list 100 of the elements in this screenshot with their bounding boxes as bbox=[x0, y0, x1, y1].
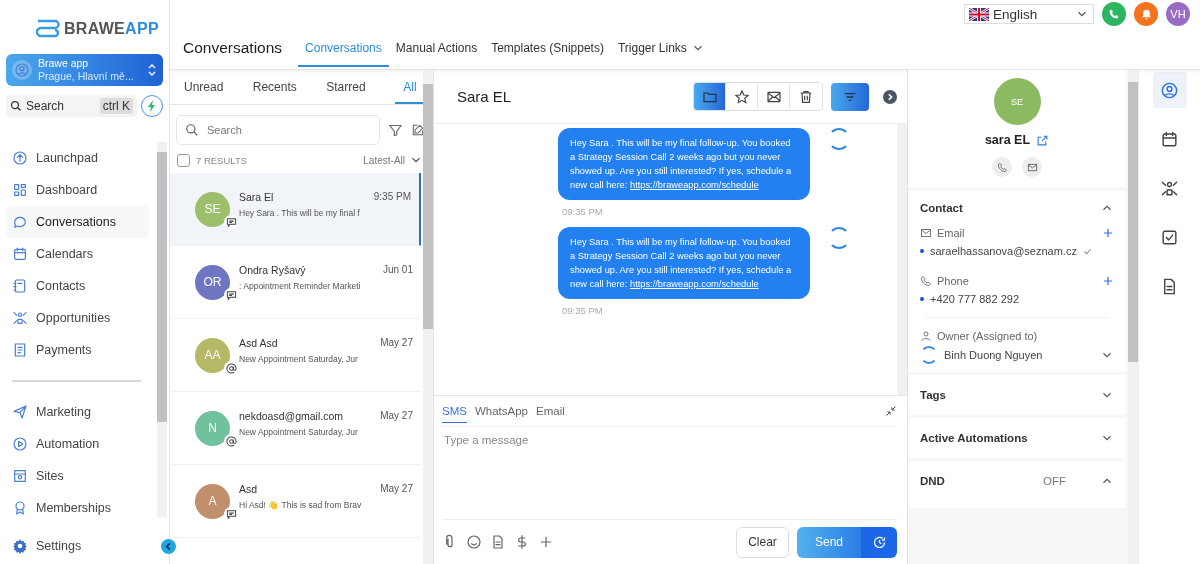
channel-tab[interactable]: Email bbox=[536, 399, 565, 423]
message-preview: Hey Sara . This will be my final f bbox=[239, 207, 361, 218]
section-title: Contact bbox=[920, 202, 963, 214]
select-all-checkbox[interactable] bbox=[177, 153, 190, 167]
external-link-icon[interactable] bbox=[1036, 133, 1050, 147]
mail-icon bbox=[920, 227, 932, 239]
message-preview: New Appointment Saturday, Jur bbox=[239, 353, 359, 364]
owner-select[interactable]: Binh Duong Nguyen bbox=[920, 346, 1114, 364]
notification-button[interactable] bbox=[1134, 2, 1158, 26]
scrollbar[interactable] bbox=[423, 70, 433, 564]
header-tab[interactable]: Manual Actions bbox=[388, 41, 485, 67]
message-time: 9:35 PM bbox=[373, 190, 411, 203]
conversation-item[interactable]: SE Sara El 9:35 PM Hey Sara . This will be my final f bbox=[170, 173, 421, 246]
gear-icon bbox=[12, 538, 28, 554]
filter-tab[interactable]: Starred bbox=[326, 70, 366, 104]
nav-item[interactable]: Launchpad bbox=[6, 142, 149, 174]
field-label: Email bbox=[937, 227, 965, 239]
nav-item[interactable]: Contacts bbox=[6, 270, 149, 302]
contact-avatar: N bbox=[195, 410, 230, 446]
schedule-button[interactable] bbox=[861, 526, 897, 558]
conversation-item[interactable]: AA Asd Asd May 27 New Appointment Saturday, Jur bbox=[170, 319, 421, 392]
settings-link[interactable]: Settings bbox=[12, 538, 82, 554]
person-icon bbox=[14, 62, 30, 78]
collapsible-section[interactable]: Active Automations bbox=[908, 418, 1126, 458]
language-select[interactable]: English bbox=[964, 4, 1094, 24]
compose-icon[interactable] bbox=[411, 123, 425, 137]
field-label: Owner (Assigned to) bbox=[937, 330, 1038, 342]
results-count: 7 RESULTS bbox=[196, 154, 248, 166]
contact-avatar: OR bbox=[195, 264, 230, 300]
nav-item[interactable]: Payments bbox=[6, 334, 149, 366]
email-button[interactable] bbox=[1022, 157, 1042, 177]
conversation-item[interactable]: N nekdoasd@gmail.com May 27 New Appointment Saturday, Jur bbox=[170, 392, 421, 465]
logo-icon bbox=[36, 18, 60, 40]
nav-item[interactable]: Automation bbox=[6, 428, 149, 460]
account-switcher[interactable]: Brawe app Prague, Hlavní mě... bbox=[6, 54, 163, 86]
contact-name: Ondra Ryšavý bbox=[239, 263, 306, 276]
plus-icon[interactable] bbox=[538, 534, 554, 550]
message-icon bbox=[224, 215, 238, 229]
sort-dropdown[interactable]: Latest-All bbox=[363, 153, 423, 167]
clock-icon bbox=[871, 534, 887, 550]
header-tab[interactable]: Trigger Links bbox=[610, 41, 712, 67]
scrollbar[interactable] bbox=[157, 142, 167, 517]
filter-button[interactable] bbox=[831, 82, 869, 111]
add-icon[interactable] bbox=[1102, 227, 1114, 239]
search-field[interactable]: Search ctrl K bbox=[6, 95, 137, 117]
conversation-item[interactable]: A Asd May 27 Hi Asd! 👋 This is sad from Brav bbox=[170, 465, 421, 538]
message-preview: New Appointment Saturday, Jur bbox=[239, 426, 359, 437]
folder-button[interactable] bbox=[694, 83, 726, 110]
collapsible-section[interactable]: Tags bbox=[908, 375, 1126, 415]
up-down-caret-icon bbox=[147, 63, 157, 77]
message-input[interactable]: Type a message bbox=[442, 427, 897, 520]
user-avatar[interactable]: VH bbox=[1166, 2, 1190, 26]
channel-tab[interactable]: WhatsApp bbox=[474, 399, 528, 423]
star-icon bbox=[733, 88, 750, 105]
nav-item[interactable]: Dashboard bbox=[6, 174, 149, 206]
phone-button[interactable] bbox=[1102, 2, 1126, 26]
message-link[interactable]: https://braweapp.com/schedule bbox=[629, 277, 759, 291]
header-tab[interactable]: Templates (Snippets) bbox=[484, 41, 611, 67]
filter-tab[interactable]: Unread bbox=[184, 70, 224, 104]
filter-tab[interactable]: Recents bbox=[252, 70, 297, 104]
phone-icon bbox=[920, 275, 932, 287]
account-location: Prague, Hlavní mě... bbox=[38, 70, 135, 83]
phone-icon bbox=[996, 161, 1008, 173]
collapse-icon[interactable] bbox=[885, 405, 897, 417]
message-time: Jun 01 bbox=[382, 263, 413, 276]
nav-item[interactable]: Marketing bbox=[6, 396, 149, 428]
message-time: May 27 bbox=[380, 336, 413, 349]
trash-icon bbox=[798, 88, 814, 105]
channel-tab[interactable]: SMS bbox=[442, 399, 467, 423]
collapse-button[interactable] bbox=[161, 539, 176, 554]
nav-item[interactable]: Conversations bbox=[6, 206, 149, 238]
contact-name: nekdoasd@gmail.com bbox=[239, 409, 344, 422]
search-icon bbox=[185, 123, 199, 137]
conversation-title: Sara EL bbox=[457, 88, 513, 105]
nav-item[interactable]: Opportunities bbox=[6, 302, 149, 334]
add-icon[interactable] bbox=[1102, 275, 1114, 287]
message-preview: : Appointment Reminder Marketi bbox=[239, 280, 362, 291]
expand-panel-button[interactable] bbox=[883, 89, 897, 104]
phone-number: +420 777 882 292 bbox=[930, 293, 1019, 305]
conversation-item[interactable]: OR Ondra Ryšavý Jun 01 : Appointment Reminder Marketi bbox=[170, 246, 421, 319]
envelope-icon bbox=[1026, 161, 1038, 173]
call-button[interactable] bbox=[992, 157, 1012, 177]
web-page-icon bbox=[12, 468, 28, 484]
conversation-search-field[interactable]: Search bbox=[176, 115, 380, 145]
clear-button[interactable]: Clear bbox=[736, 526, 789, 558]
header-tab[interactable]: Conversations bbox=[298, 41, 389, 67]
nav-item[interactable]: Memberships bbox=[6, 492, 149, 524]
network-icon bbox=[1160, 178, 1179, 198]
nav-item[interactable]: Sites bbox=[6, 460, 149, 492]
dnd-section[interactable]: DND OFF bbox=[908, 461, 1126, 508]
emoji-icon[interactable] bbox=[466, 534, 482, 550]
at-sign-icon bbox=[224, 434, 238, 448]
contact-name: sara EL bbox=[984, 133, 1031, 147]
nav-item[interactable]: Calendars bbox=[6, 238, 149, 270]
contact-name: Sara El bbox=[239, 190, 274, 203]
page-title: Conversations bbox=[183, 39, 283, 58]
scrollbar[interactable] bbox=[1128, 70, 1138, 564]
message-link[interactable]: https://braweapp.com/schedule bbox=[629, 178, 759, 192]
filter-icon[interactable] bbox=[388, 122, 403, 138]
panel-tab[interactable] bbox=[1152, 72, 1187, 108]
